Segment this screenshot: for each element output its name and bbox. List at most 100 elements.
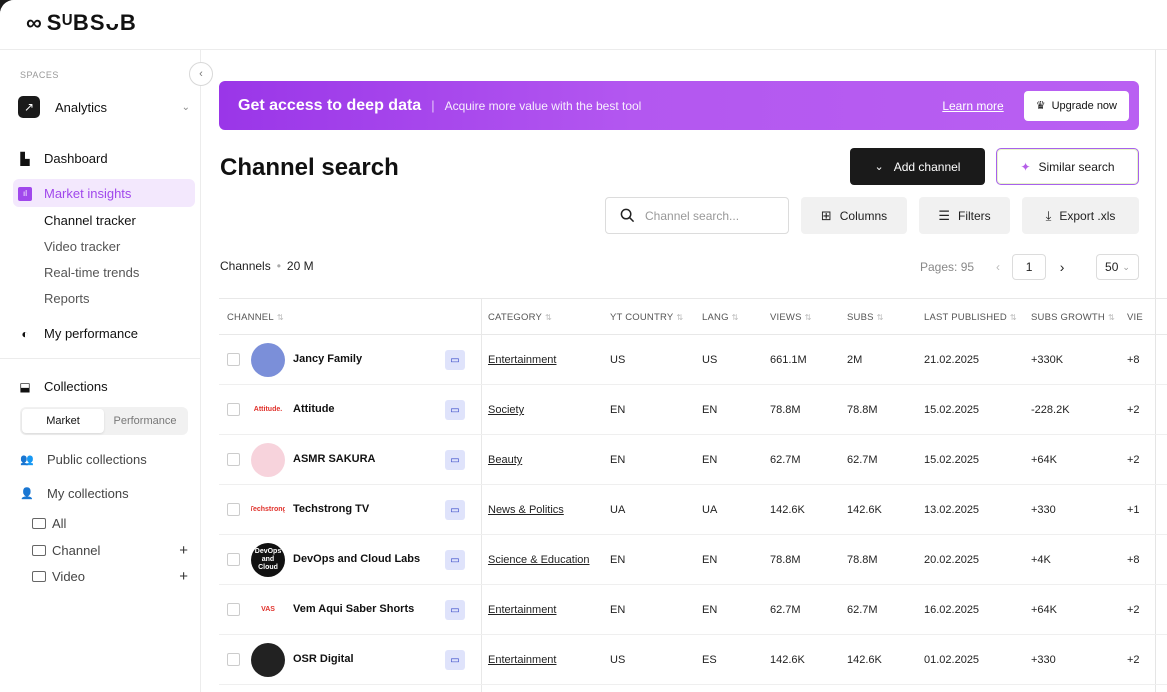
table-row[interactable]: VAS Vem Aqui Saber Shorts ▭ Entertainment EN… (219, 585, 1167, 635)
channel-name[interactable]: Jancy Family (293, 353, 362, 365)
cell-category[interactable]: Entertainment (488, 354, 556, 366)
cell-category[interactable]: Entertainment (488, 604, 556, 616)
sidebar-item-label: Market insights (44, 186, 132, 201)
sidebar-item-label: Dashboard (44, 151, 108, 166)
infinity-icon: ∞ (26, 10, 43, 35)
table-row[interactable]: DevOps and Cloud DevOps and Cloud Labs ▭ Sc… (219, 535, 1167, 585)
row-checkbox[interactable] (227, 403, 240, 416)
sidebar-item-dashboard[interactable]: ▙ Dashboard (18, 151, 108, 166)
sidebar-item-label: My performance (44, 326, 138, 341)
bullet: • (276, 259, 281, 273)
upgrade-button[interactable]: ♛ Upgrade now (1023, 90, 1129, 121)
row-checkbox[interactable] (227, 453, 240, 466)
page-title: Channel search (220, 154, 399, 181)
cell-category[interactable]: Science & Education (488, 554, 590, 566)
folder-label: Channel (52, 543, 101, 558)
col-views-growth[interactable]: VIE (1127, 312, 1143, 323)
channel-search-field[interactable] (605, 197, 789, 234)
cell-category[interactable]: Society (488, 404, 524, 416)
folder-video[interactable]: Video + (32, 568, 188, 585)
cell-category[interactable]: News & Politics (488, 504, 564, 516)
cell-country: EN (610, 404, 626, 416)
search-input[interactable] (645, 208, 765, 223)
next-page-icon[interactable]: › (1052, 259, 1072, 275)
learn-more-link[interactable]: Learn more (942, 99, 1003, 113)
segment-performance[interactable]: Performance (104, 409, 186, 433)
col-views[interactable]: VIEWS ⇅ (770, 312, 812, 323)
cell-views-growth: +8 (1127, 354, 1140, 366)
row-checkbox[interactable] (227, 553, 240, 566)
col-last-published[interactable]: LAST PUBLISHED ⇅ (924, 312, 1017, 323)
row-checkbox[interactable] (227, 503, 240, 516)
add-channel-button[interactable]: ⌄ Add channel (850, 148, 985, 185)
col-subs[interactable]: SUBS ⇅ (847, 312, 884, 323)
sidebar-item-collections[interactable]: ⬓ Collections (18, 379, 107, 394)
open-channel-icon[interactable]: ▭ (445, 600, 465, 620)
page-input[interactable]: 1 (1012, 254, 1047, 280)
channel-name[interactable]: OSR Digital (293, 653, 354, 665)
space-selector[interactable]: ↗ Analytics ⌄ (18, 94, 190, 120)
cell-lang: EN (702, 454, 718, 466)
cell-country: US (610, 354, 626, 366)
folder-all[interactable]: All (32, 516, 188, 531)
open-channel-icon[interactable]: ▭ (445, 400, 465, 420)
prev-page-icon[interactable]: ‹ (988, 260, 1008, 274)
avatar-text: Attitude. (253, 406, 283, 413)
cell-views-growth: +2 (1127, 454, 1140, 466)
upgrade-button-label: Upgrade now (1051, 99, 1117, 112)
channels-total: 20 M (286, 259, 314, 273)
cell-lang: ES (702, 654, 717, 666)
col-subs-growth[interactable]: SUBS GROWTH ⇅ (1031, 312, 1115, 323)
public-collections[interactable]: 👥 Public collections (20, 452, 147, 467)
folder-label: Video (52, 569, 86, 584)
channel-name[interactable]: Attitude (293, 403, 335, 415)
channel-name[interactable]: ASMR SAKURA (293, 453, 376, 465)
sidebar-sub-channel-tracker[interactable]: Channel tracker (44, 213, 136, 228)
channel-name[interactable]: Vem Aqui Saber Shorts (293, 603, 414, 615)
cell-category[interactable]: Beauty (488, 454, 522, 466)
sidebar-item-market-insights[interactable]: ıl Market insights (18, 186, 131, 201)
sidebar-sub-reports[interactable]: Reports (44, 291, 90, 306)
row-checkbox[interactable] (227, 653, 240, 666)
logo[interactable]: ∞ SᵁBSᴗB (26, 10, 137, 36)
table-row[interactable]: ASMR SAKURA ▭ Beauty EN EN 62.7M 62.7M 15.02.20… (219, 435, 1167, 485)
table-row[interactable]: Attitude. Attitude ▭ Society EN EN 78.8M 78.8M 1… (219, 385, 1167, 435)
channel-avatar (251, 343, 285, 377)
folder-channel[interactable]: Channel + (32, 542, 188, 559)
columns-label: Columns (839, 208, 888, 223)
filters-button[interactable]: ☰ Filters (919, 197, 1010, 234)
columns-button[interactable]: ⊞ Columns (801, 197, 907, 234)
segment-market[interactable]: Market (22, 409, 104, 433)
channel-name[interactable]: Techstrong TV (293, 503, 369, 515)
sidebar-sub-real-time-trends[interactable]: Real-time trends (44, 265, 139, 280)
open-channel-icon[interactable]: ▭ (445, 350, 465, 370)
export-button[interactable]: ⤓ Export .xls (1022, 197, 1139, 234)
table-row[interactable]: Techstrong Techstrong TV ▭ News & Politics U… (219, 485, 1167, 535)
my-collections[interactable]: 👤 My collections (20, 486, 129, 501)
channel-avatar (251, 443, 285, 477)
sidebar-item-my-performance[interactable]: ◐ My performance (18, 326, 138, 341)
collapse-sidebar-button[interactable]: ‹ (189, 62, 213, 86)
open-channel-icon[interactable]: ▭ (445, 650, 465, 670)
channel-name[interactable]: DevOps and Cloud Labs (293, 553, 420, 565)
add-icon[interactable]: + (179, 542, 188, 559)
cell-views: 661.1M (770, 354, 807, 366)
open-channel-icon[interactable]: ▭ (445, 500, 465, 520)
similar-search-button[interactable]: ✦ Similar search (996, 148, 1139, 185)
open-channel-icon[interactable]: ▭ (445, 550, 465, 570)
cell-category[interactable]: Entertainment (488, 654, 556, 666)
col-yt-country[interactable]: YT COUNTRY ⇅ (610, 312, 683, 323)
cell-views: 142.6K (770, 504, 805, 516)
col-category[interactable]: CATEGORY ⇅ (488, 312, 552, 323)
col-channel[interactable]: CHANNEL ⇅ (227, 312, 284, 323)
sidebar-sub-video-tracker[interactable]: Video tracker (44, 239, 120, 254)
add-icon[interactable]: + (179, 568, 188, 585)
row-checkbox[interactable] (227, 353, 240, 366)
row-checkbox[interactable] (227, 603, 240, 616)
table-row[interactable]: OSR Digital ▭ Entertainment US ES 142.6K 142.6… (219, 635, 1167, 685)
table-row[interactable]: Jancy Family ▭ Entertainment US US 661.1M 2M 21… (219, 335, 1167, 385)
open-channel-icon[interactable]: ▭ (445, 450, 465, 470)
channel-avatar: Techstrong (251, 493, 285, 527)
per-page-select[interactable]: 50 ⌄ (1096, 254, 1139, 280)
col-lang[interactable]: LANG ⇅ (702, 312, 739, 323)
